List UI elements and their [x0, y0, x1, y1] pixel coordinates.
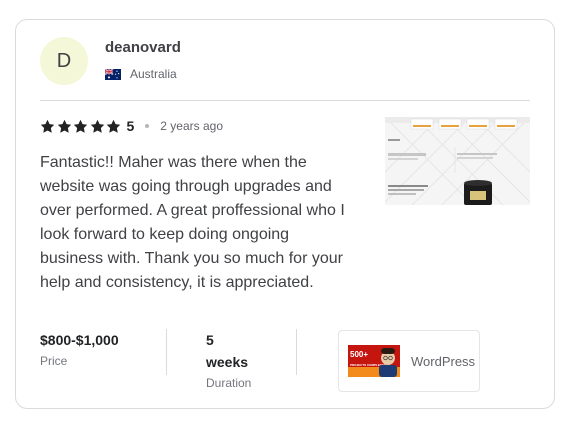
review-card: D deanovard Australia 5 2 years ago Fant…: [15, 19, 555, 409]
attachment-preview-image: [385, 117, 530, 205]
price-stat: $800-$1,000 Price: [40, 329, 160, 371]
reviewer-username[interactable]: deanovard: [105, 39, 181, 56]
star-icon: [106, 119, 121, 133]
review-attachment-thumbnail[interactable]: [385, 117, 530, 205]
rating-row: 5 2 years ago: [40, 118, 223, 134]
review-time: 2 years ago: [160, 119, 224, 133]
star-icon: [73, 119, 88, 133]
duration-label: Duration: [206, 376, 252, 390]
price-value: $800-$1,000: [40, 332, 119, 348]
australia-flag-icon: [105, 68, 121, 80]
duration-value-unit: weeks: [206, 354, 249, 370]
stat-divider: [166, 329, 167, 375]
price-label: Price: [40, 354, 68, 368]
duration-stat: 5 weeks Duration: [206, 329, 286, 393]
separator-dot: [145, 124, 150, 128]
gig-link[interactable]: 500+ PROJECTS COMPLETED WordPress: [338, 330, 480, 392]
gig-thumb-badge: 500+: [350, 350, 368, 359]
header-divider: [40, 100, 530, 101]
star-icon: [57, 119, 71, 133]
star-icon: [90, 119, 104, 133]
country-name: Australia: [130, 67, 177, 81]
avatar[interactable]: D: [40, 37, 88, 85]
review-text: Fantastic!! Maher was there when the web…: [40, 154, 345, 291]
gig-category: WordPress: [411, 353, 476, 369]
rating-value: 5: [126, 118, 135, 134]
gig-thumbnail: 500+ PROJECTS COMPLETED: [348, 345, 400, 377]
duration-value-number: 5: [206, 332, 214, 348]
star-rating: [40, 119, 123, 134]
avatar-initial: D: [56, 49, 72, 72]
reviewer-country: Australia: [105, 67, 177, 81]
stat-divider: [296, 329, 297, 375]
star-icon: [40, 119, 55, 133]
